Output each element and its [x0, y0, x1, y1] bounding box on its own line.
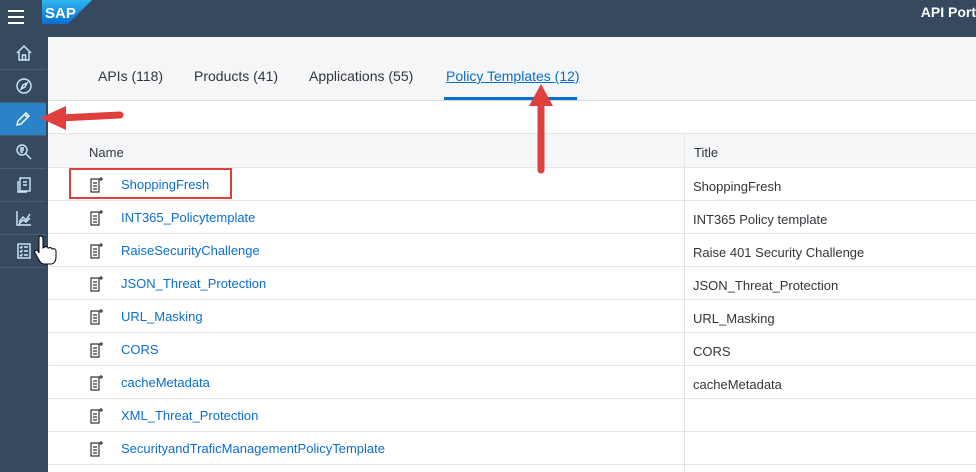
- policy-template-icon: [89, 440, 105, 458]
- policy-template-icon: [89, 341, 105, 359]
- nav-test[interactable]: [0, 136, 48, 168]
- column-header-name[interactable]: Name: [89, 145, 124, 160]
- policy-template-icon: [89, 407, 105, 425]
- row-name-link[interactable]: URL_Masking: [121, 309, 203, 324]
- table-header: Name Title: [48, 133, 976, 168]
- tab-apis[interactable]: APIs (118): [98, 68, 163, 84]
- row-title: Raise 401 Security Challenge: [693, 245, 865, 260]
- develop-pencil-icon: [16, 112, 30, 126]
- nav-monetize[interactable]: [0, 235, 48, 267]
- nav-develop[interactable]: [0, 103, 46, 135]
- row-name-link[interactable]: CORS: [121, 342, 159, 357]
- row-title: CORS: [693, 344, 731, 359]
- table-row[interactable]: INT365_Policytemplate INT365 Policy templ…: [48, 201, 976, 234]
- svg-text:SAP: SAP: [45, 5, 76, 22]
- table-row[interactable]: XML_Threat_Protection: [48, 399, 976, 432]
- nav-analyze[interactable]: [0, 202, 48, 234]
- policy-template-icon: [89, 242, 105, 260]
- row-name-link[interactable]: INT365_Policytemplate: [121, 210, 255, 225]
- table-row[interactable]: RaiseSecurityChallenge Raise 401 Security…: [48, 234, 976, 267]
- main-content: APIs (118) Products (41) Applications (5…: [48, 37, 976, 472]
- shell-bar: SAP API Port: [0, 0, 976, 37]
- policy-template-icon: [89, 209, 105, 227]
- configure-docs-icon: [17, 177, 31, 193]
- policy-template-icon: [89, 308, 105, 326]
- table-row[interactable]: CORS CORS: [48, 333, 976, 366]
- row-title: ShoppingFresh: [693, 179, 782, 194]
- discover-compass-icon: [16, 78, 32, 94]
- table-row[interactable]: cacheMetadata cacheMetadata: [48, 366, 976, 399]
- row-name-link[interactable]: JSON_Threat_Protection: [121, 276, 266, 291]
- policy-template-icon: [89, 374, 105, 392]
- nav-configure[interactable]: [0, 169, 48, 201]
- tab-policy-templates[interactable]: Policy Templates (12): [446, 68, 580, 84]
- row-title: cacheMetadata: [693, 377, 782, 392]
- analyze-chart-icon: [16, 211, 31, 226]
- test-search-icon: [16, 144, 32, 160]
- home-icon: [16, 45, 32, 61]
- row-name-link[interactable]: cacheMetadata: [121, 375, 210, 390]
- row-title: INT365 Policy template: [693, 212, 828, 227]
- row-title: URL_Masking: [693, 311, 775, 326]
- menu-icon[interactable]: [8, 10, 24, 24]
- row-name-link[interactable]: SecurityandTraficManagementPolicyTemplat…: [121, 441, 385, 456]
- column-header-title[interactable]: Title: [694, 145, 718, 160]
- row-name-link[interactable]: XML_Threat_Protection: [121, 408, 258, 423]
- row-name-link[interactable]: RaiseSecurityChallenge: [121, 243, 260, 258]
- side-navigation: [0, 37, 48, 472]
- tab-bar: APIs (118) Products (41) Applications (5…: [48, 37, 976, 101]
- policy-template-icon: [89, 275, 105, 293]
- sap-logo[interactable]: SAP: [42, 0, 92, 24]
- table-row[interactable]: JSON_Threat_Protection JSON_Threat_Protec…: [48, 267, 976, 300]
- table-row[interactable]: SecurityandTraficManagementPolicyTemplat…: [48, 432, 976, 465]
- highlight-box-shoppingfresh: [69, 168, 232, 199]
- app-title: API Port: [920, 4, 976, 20]
- nav-discover[interactable]: [0, 70, 48, 102]
- row-title: JSON_Threat_Protection: [693, 278, 839, 293]
- nav-home[interactable]: [0, 37, 48, 69]
- table-row[interactable]: URL_Masking URL_Masking: [48, 300, 976, 333]
- selected-tab-indicator: [444, 97, 577, 100]
- tab-applications[interactable]: Applications (55): [309, 68, 413, 84]
- monetize-checklist-icon: [17, 243, 31, 259]
- tab-products[interactable]: Products (41): [194, 68, 278, 84]
